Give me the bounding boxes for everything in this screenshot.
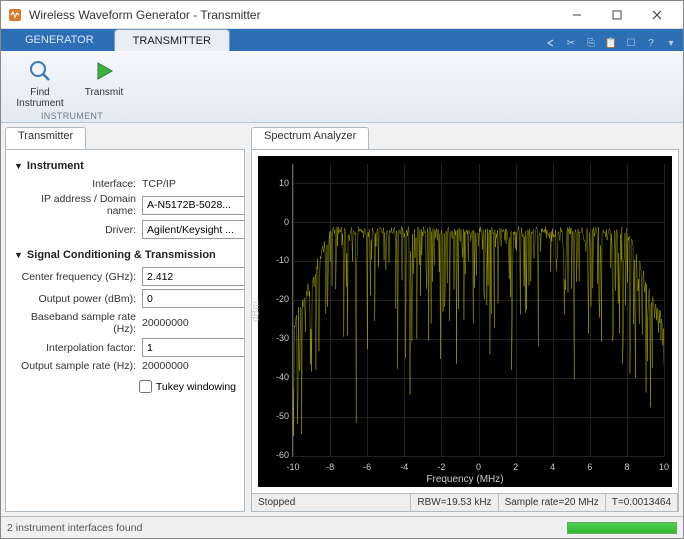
qat-cut-icon[interactable]: ✂ xyxy=(563,35,579,51)
play-icon xyxy=(90,57,118,85)
x-axis-label: Frequency (MHz) xyxy=(426,474,503,485)
left-panel-body: ▼ Instrument Interface: TCP/IP IP addres… xyxy=(5,149,245,512)
spectrum-tab[interactable]: Spectrum Analyzer xyxy=(251,127,369,149)
transmit-button[interactable]: Transmit xyxy=(77,55,131,111)
spectrum-body: dBm 100-10-20-30-40-50-60-10-8-6-4-20246… xyxy=(251,149,679,512)
ribbon-tab-row: GENERATOR TRANSMITTER ✂ ⎘ 📋 ☐ ? ▾ xyxy=(1,29,683,51)
y-tick: -60 xyxy=(263,450,289,460)
y-axis-label: dBm xyxy=(251,301,262,322)
x-tick: -6 xyxy=(363,462,371,472)
body-area: Transmitter ▼ Instrument Interface: TCP/… xyxy=(1,123,683,516)
output-power-label: Output power (dBm): xyxy=(14,293,142,305)
interface-label: Interface: xyxy=(14,178,142,190)
find-instrument-label: Find Instrument xyxy=(16,87,63,109)
x-tick: -8 xyxy=(326,462,334,472)
right-panel: Spectrum Analyzer dBm 100-10-20-30-40-50… xyxy=(251,127,679,512)
status-time: T=0.0013464 xyxy=(606,494,678,511)
magnifier-icon xyxy=(26,57,54,85)
qat-paste-icon[interactable]: 📋 xyxy=(603,35,619,51)
app-window: Wireless Waveform Generator - Transmitte… xyxy=(0,0,684,539)
status-state: Stopped xyxy=(252,494,411,511)
qat-copy-icon[interactable]: ⎘ xyxy=(583,35,599,51)
window-statusbar: 2 instrument interfaces found xyxy=(1,516,683,538)
x-tick: 0 xyxy=(476,462,481,472)
collapse-triangle-icon: ▼ xyxy=(14,161,23,171)
interp-label: Interpolation factor: xyxy=(14,342,142,354)
x-tick: 4 xyxy=(550,462,555,472)
qat-help-icon[interactable]: ? xyxy=(643,35,659,51)
output-rate-label: Output sample rate (Hz): xyxy=(14,360,142,372)
x-tick: -2 xyxy=(437,462,445,472)
section-signal-header[interactable]: ▼ Signal Conditioning & Transmission xyxy=(14,249,236,261)
y-tick: 0 xyxy=(263,217,289,227)
collapse-triangle-icon: ▼ xyxy=(14,250,23,260)
toolgroup-instrument: Find Instrument Transmit INSTRUMENT xyxy=(7,55,137,122)
section-instrument-header[interactable]: ▼ Instrument xyxy=(14,160,236,172)
baseband-rate-label: Baseband sample rate (Hz): xyxy=(14,311,142,335)
tukey-checkbox[interactable] xyxy=(139,380,152,393)
y-tick: -30 xyxy=(263,333,289,343)
ip-input[interactable] xyxy=(142,196,245,215)
toolstrip: Find Instrument Transmit INSTRUMENT xyxy=(1,51,683,123)
center-freq-input[interactable] xyxy=(142,267,245,286)
app-icon xyxy=(7,7,23,23)
tab-generator[interactable]: GENERATOR xyxy=(7,29,112,51)
x-tick: -10 xyxy=(286,462,299,472)
window-title: Wireless Waveform Generator - Transmitte… xyxy=(29,8,557,22)
left-panel: Transmitter ▼ Instrument Interface: TCP/… xyxy=(5,127,245,512)
interface-value: TCP/IP xyxy=(142,178,236,190)
maximize-button[interactable] xyxy=(597,2,637,28)
titlebar: Wireless Waveform Generator - Transmitte… xyxy=(1,1,683,29)
qat-undo-icon[interactable] xyxy=(543,35,559,51)
status-rbw: RBW=19.53 kHz xyxy=(411,494,498,511)
ribbon-quickaccess: ✂ ⎘ 📋 ☐ ? ▾ xyxy=(543,35,683,51)
y-tick: 10 xyxy=(263,178,289,188)
status-rate: Sample rate=20 MHz xyxy=(499,494,606,511)
driver-input[interactable] xyxy=(142,220,245,239)
interp-input[interactable] xyxy=(142,338,245,357)
driver-label: Driver: xyxy=(14,224,142,236)
footer-status-text: 2 instrument interfaces found xyxy=(7,522,142,534)
toolgroup-label: INSTRUMENT xyxy=(13,111,131,123)
spectrum-statusbar: Stopped RBW=19.53 kHz Sample rate=20 MHz… xyxy=(252,493,678,511)
center-freq-label: Center frequency (GHz): xyxy=(14,271,142,283)
x-tick: 8 xyxy=(624,462,629,472)
qat-layout-icon[interactable]: ☐ xyxy=(623,35,639,51)
find-instrument-button[interactable]: Find Instrument xyxy=(13,55,67,111)
y-tick: -40 xyxy=(263,372,289,382)
output-power-input[interactable] xyxy=(142,289,245,308)
y-tick: -10 xyxy=(263,255,289,265)
close-button[interactable] xyxy=(637,2,677,28)
tab-transmitter[interactable]: TRANSMITTER xyxy=(114,29,230,51)
minimize-button[interactable] xyxy=(557,2,597,28)
x-tick: 2 xyxy=(513,462,518,472)
ip-label: IP address / Domain name: xyxy=(14,193,142,217)
qat-dropdown-icon[interactable]: ▾ xyxy=(663,35,679,51)
plot-area: 100-10-20-30-40-50-60-10-8-6-4-20246810 xyxy=(292,164,664,457)
y-tick: -50 xyxy=(263,411,289,421)
spectrum-trace xyxy=(293,164,664,456)
spectrum-plot[interactable]: dBm 100-10-20-30-40-50-60-10-8-6-4-20246… xyxy=(258,156,672,487)
output-rate-value: 20000000 xyxy=(142,360,236,372)
progress-bar xyxy=(567,522,677,534)
section-instrument-title: Instrument xyxy=(27,160,84,172)
x-tick: -4 xyxy=(400,462,408,472)
tukey-label: Tukey windowing xyxy=(156,381,236,393)
x-tick: 10 xyxy=(659,462,669,472)
baseband-rate-value: 20000000 xyxy=(142,317,236,329)
section-signal-title: Signal Conditioning & Transmission xyxy=(27,249,216,261)
left-panel-tab[interactable]: Transmitter xyxy=(5,127,86,149)
transmit-label: Transmit xyxy=(85,87,124,98)
x-tick: 6 xyxy=(587,462,592,472)
y-tick: -20 xyxy=(263,294,289,304)
